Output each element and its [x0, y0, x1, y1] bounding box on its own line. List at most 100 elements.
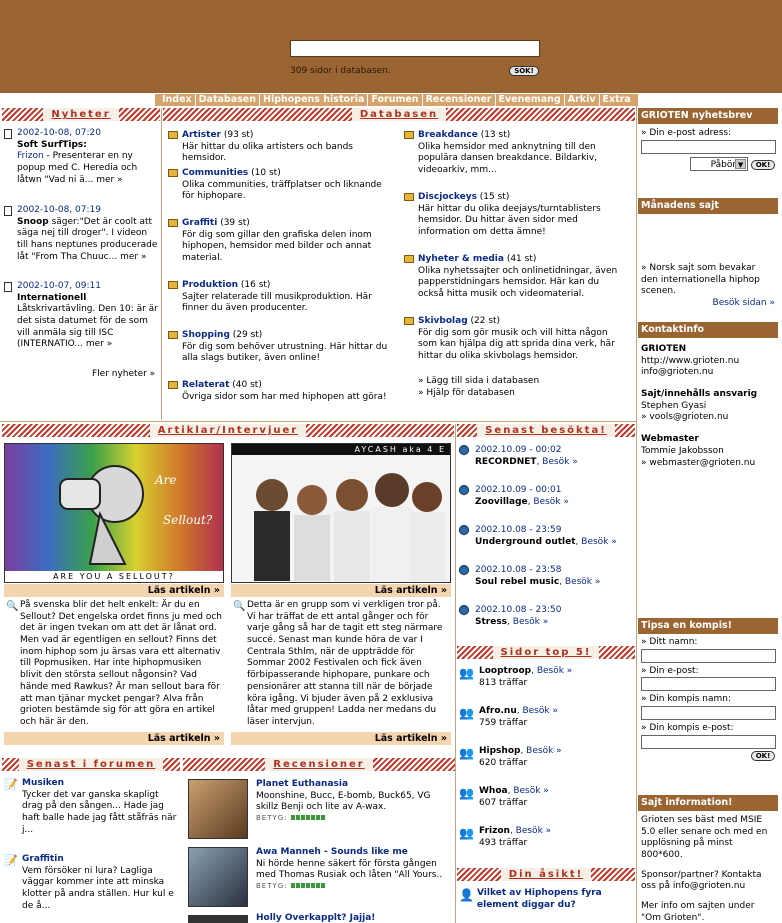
- rating-bar: [305, 883, 310, 889]
- db-category[interactable]: Communities (10 st) Olika communities, tr…: [168, 168, 388, 203]
- tip-name-input[interactable]: [641, 648, 776, 663]
- newsletter-ok-button[interactable]: OK!: [751, 159, 775, 170]
- nav-recensioner[interactable]: Recensioner: [421, 94, 495, 106]
- section-title[interactable]: Databasen: [351, 108, 447, 121]
- db-category[interactable]: Discjockeys (15 st) Här hittar du olika d…: [404, 192, 624, 239]
- forum-title[interactable]: Musiken: [22, 778, 64, 788]
- section-title[interactable]: Artiklar/Intervjuer: [149, 424, 307, 437]
- section-title[interactable]: Senast i forumen: [18, 758, 164, 771]
- read-article-button[interactable]: Läs artikeln »: [4, 732, 224, 745]
- review-title[interactable]: Planet Euthanasia: [256, 779, 348, 789]
- top5-link[interactable]: , Besök »: [531, 666, 572, 676]
- top5-name: Afro.nu: [479, 706, 517, 716]
- rating-bars: [290, 814, 326, 822]
- album-cover[interactable]: [188, 779, 248, 839]
- db-category-title[interactable]: Skivbolag: [418, 316, 468, 326]
- db-category[interactable]: Produktion (16 st) Sajter relaterade till…: [168, 280, 388, 315]
- top5-hits: 813 träffar: [479, 677, 528, 688]
- db-category[interactable]: Skivbolag (22 st) För dig som gör musik o…: [404, 316, 624, 363]
- rating-bar: [310, 883, 315, 889]
- rating-bar: [295, 883, 300, 889]
- visit-link[interactable]: , Besök »: [528, 497, 569, 507]
- visit-link[interactable]: , Besök »: [537, 457, 578, 467]
- read-article-button[interactable]: Läs artikeln »: [4, 584, 224, 597]
- db-category-title[interactable]: Graffiti: [182, 218, 217, 228]
- newsletter-email-input[interactable]: [641, 139, 776, 154]
- article-image-sellout[interactable]: Are Sellout? ARE YOU A SELLOUT?: [4, 443, 224, 583]
- album-cover[interactable]: [188, 915, 248, 923]
- news-more[interactable]: mer »: [96, 175, 122, 185]
- db-help-link[interactable]: » Hjälp för databasen: [418, 388, 515, 400]
- section-title[interactable]: Recensioner: [265, 758, 373, 771]
- db-category-title[interactable]: Shopping: [182, 330, 230, 340]
- section-title: Senast besökta!: [477, 424, 615, 437]
- contact-mail[interactable]: info@grioten.nu: [641, 367, 775, 379]
- db-category-title[interactable]: Relaterat: [182, 380, 229, 390]
- newsletter-select[interactable]: Påbörja ▼: [690, 156, 749, 171]
- read-article-button[interactable]: Läs artikeln »: [231, 732, 451, 745]
- db-category-title[interactable]: Breakdance: [418, 130, 478, 140]
- tip-friend-input[interactable]: [641, 706, 776, 721]
- visit-link[interactable]: , Besök »: [507, 617, 548, 627]
- visit-link[interactable]: , Besök »: [559, 577, 600, 587]
- forum-title[interactable]: Graffitin: [22, 854, 64, 864]
- people-icon: 👥: [459, 666, 474, 680]
- news-link[interactable]: Frizon: [17, 151, 44, 161]
- nav-forumen[interactable]: Forumen: [367, 94, 421, 106]
- responsible-mail[interactable]: » vools@grioten.nu: [641, 412, 775, 424]
- search-button[interactable]: SÖK!: [509, 66, 539, 76]
- more-news-link[interactable]: Fler nyheter »: [92, 369, 155, 381]
- tip-ok-button[interactable]: OK!: [751, 750, 775, 761]
- db-category-title[interactable]: Artister: [182, 130, 221, 140]
- top5-link[interactable]: , Besök »: [520, 746, 561, 756]
- webmaster-title: Webmaster: [641, 434, 699, 445]
- db-category-title[interactable]: Communities: [182, 168, 248, 178]
- poll-question[interactable]: Vilket av Hiphopens fyra element diggar …: [477, 888, 602, 910]
- section-title[interactable]: Nyheter: [43, 108, 119, 121]
- db-category-title[interactable]: Produktion: [182, 280, 238, 290]
- review-title[interactable]: Awa Manneh - Sounds like me: [256, 847, 408, 857]
- tip-friend-email-input[interactable]: [641, 734, 776, 749]
- nav-index[interactable]: Index: [159, 94, 195, 106]
- list-item: 👥 Afro.nu, Besök » 759 träffar: [459, 706, 635, 746]
- news-more[interactable]: mer »: [86, 339, 112, 349]
- top5-link[interactable]: , Besök »: [517, 706, 558, 716]
- nav-extra[interactable]: Extra: [598, 94, 634, 106]
- contact-url[interactable]: http://www.grioten.nu: [641, 356, 775, 368]
- db-category[interactable]: Nyheter & media (41 st) Olika nyhetssajte…: [404, 254, 624, 301]
- review-title[interactable]: Holly Överkapplt? Jajja!: [256, 913, 375, 923]
- webmaster-mail[interactable]: » webmaster@grioten.nu: [641, 458, 775, 470]
- tip-title: Tipsa en kompis!: [638, 618, 778, 634]
- nav-arkiv[interactable]: Arkiv: [563, 94, 599, 106]
- search-input[interactable]: [290, 40, 540, 57]
- top5-link[interactable]: , Besök »: [508, 786, 549, 796]
- top5-link[interactable]: , Besök »: [510, 826, 551, 836]
- article-image-aycash[interactable]: AYCASH aka 4 E: [231, 443, 451, 583]
- section-databasen: Databasen: [163, 108, 635, 121]
- month-site-link[interactable]: Besök sidan »: [641, 298, 775, 310]
- folder-icon: [168, 331, 178, 339]
- read-article-button[interactable]: Läs artikeln »: [231, 584, 451, 597]
- section-nyheter: Nyheter: [2, 108, 160, 121]
- nav-databasen[interactable]: Databasen: [194, 94, 259, 106]
- section-senast-forumen: Senast i forumen: [2, 758, 180, 771]
- db-category[interactable]: Breakdance (13 st) Olika hemsidor med ank…: [404, 130, 624, 177]
- nav-evenemang[interactable]: Evenemang: [494, 94, 564, 106]
- db-category[interactable]: Artister (93 st) Här hittar du olika arti…: [168, 130, 388, 165]
- db-category[interactable]: Relaterat (40 st) Övriga sidor som har me…: [168, 380, 388, 403]
- magnifier-icon: 🔍: [233, 601, 246, 612]
- db-category-title[interactable]: Nyheter & media: [418, 254, 504, 264]
- add-site-link[interactable]: » Lägg till sida i databasen: [418, 376, 539, 388]
- db-category[interactable]: Graffiti (39 st) För dig som gillar den g…: [168, 218, 388, 265]
- db-category[interactable]: Shopping (29 st) För dig som behöver utru…: [168, 330, 388, 365]
- globe-icon: [459, 525, 469, 535]
- visit-link[interactable]: , Besök »: [576, 537, 617, 547]
- album-cover[interactable]: [188, 847, 248, 907]
- tip-friend-box: Tipsa en kompis! » Ditt namn: » Din e-po…: [638, 618, 778, 765]
- db-category-title[interactable]: Discjockeys: [418, 192, 477, 202]
- news-more[interactable]: mer »: [120, 252, 146, 262]
- db-category-count: (22 st): [467, 316, 501, 326]
- nav-historia[interactable]: Hiphopens historia: [259, 94, 367, 106]
- visit-date: 2002.10.08 - 23:58: [475, 565, 562, 575]
- tip-email-input[interactable]: [641, 677, 776, 692]
